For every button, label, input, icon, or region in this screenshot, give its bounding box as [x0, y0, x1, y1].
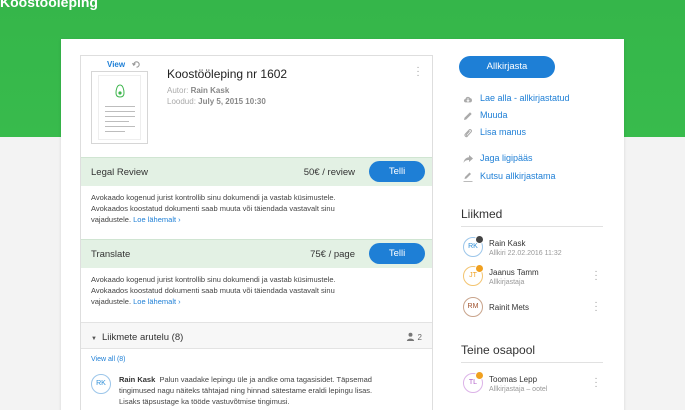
member-item: TL Toomas Lepp Allkirjastaja – ootel · · ·: [459, 371, 609, 401]
member-menu-icon[interactable]: · · ·: [593, 298, 599, 316]
paperclip-icon: [464, 129, 472, 138]
pencil-icon: [464, 112, 472, 120]
divider: [461, 362, 603, 363]
member-item: RM Rainit Mets · · ·: [459, 297, 609, 325]
document-thumbnail[interactable]: [91, 71, 148, 144]
divider: [461, 226, 603, 227]
signature-pen-icon: [463, 172, 473, 182]
refresh-icon[interactable]: [132, 60, 141, 69]
view-link[interactable]: View: [107, 60, 125, 69]
document-created: Loodud: July 5, 2015 10:30: [167, 97, 266, 106]
read-more-link[interactable]: Loe lähemalt ›: [133, 297, 181, 306]
pending-badge-icon: [475, 371, 484, 380]
sign-button[interactable]: Allkirjasta: [459, 56, 555, 78]
document-menu-icon[interactable]: · · ·: [415, 63, 421, 81]
thumbnail-page: [98, 75, 141, 140]
main-card: View Koostööleping nr 1602 Autor: Rain K…: [61, 39, 624, 410]
service-name: Legal Review: [91, 167, 149, 178]
member-item: JT Jaanus Tamm Allkirjastaja · · ·: [459, 264, 609, 294]
document-author: Autor: Rain Kask: [167, 86, 230, 95]
document-header: View Koostööleping nr 1602 Autor: Rain K…: [81, 56, 432, 157]
cloud-download-icon: [463, 96, 473, 103]
signed-badge-icon: [475, 235, 484, 244]
service-price: 75€ / page: [310, 249, 355, 260]
service-legal-review: Legal Review 50€ / review Telli: [81, 157, 432, 186]
document-panel: View Koostööleping nr 1602 Autor: Rain K…: [80, 55, 433, 410]
service-translate: Translate 75€ / page Telli: [81, 239, 432, 268]
page-title: Koostööleping: [0, 0, 98, 10]
member-menu-icon[interactable]: · · ·: [593, 267, 599, 285]
members-heading: Liikmed: [461, 207, 503, 221]
discussion-title: ▼ Liikmete arutelu (8): [91, 332, 184, 343]
order-translate-button[interactable]: Telli: [369, 243, 425, 264]
sidebar: Allkirjasta Lae alla - allkirjastatud Mu…: [459, 55, 609, 410]
avocado-logo-icon: [115, 84, 125, 98]
service-price: 50€ / review: [303, 167, 355, 178]
share-icon: [463, 155, 473, 163]
document-title: Koostööleping nr 1602: [167, 67, 288, 81]
member-item: RK Rain Kask Allkiri 22.02.2016 11:32: [459, 235, 609, 265]
avatar: RK: [91, 374, 111, 394]
service-name: Translate: [91, 249, 131, 260]
chevron-down-icon: ▼: [91, 336, 97, 342]
participants-count: 2: [406, 332, 422, 342]
service-description: Avokaado kogenud jurist kontrollib sinu …: [91, 193, 336, 224]
discussion-header[interactable]: ▼ Liikmete arutelu (8) 2: [81, 322, 432, 349]
service-description: Avokaado kogenud jurist kontrollib sinu …: [91, 275, 336, 306]
people-icon: [407, 332, 415, 341]
comment: Rain Kask Palun vaadake lepingu üle ja a…: [119, 375, 373, 406]
other-party-heading: Teine osapool: [461, 343, 536, 357]
pending-badge-icon: [475, 264, 484, 273]
member-menu-icon[interactable]: · · ·: [593, 374, 599, 392]
read-more-link[interactable]: Loe lähemalt ›: [133, 215, 181, 224]
view-all-comments-link[interactable]: View all (8): [91, 356, 126, 363]
order-legal-review-button[interactable]: Telli: [369, 161, 425, 182]
avatar: RM: [463, 297, 483, 317]
comment-author: Rain Kask: [119, 375, 156, 384]
